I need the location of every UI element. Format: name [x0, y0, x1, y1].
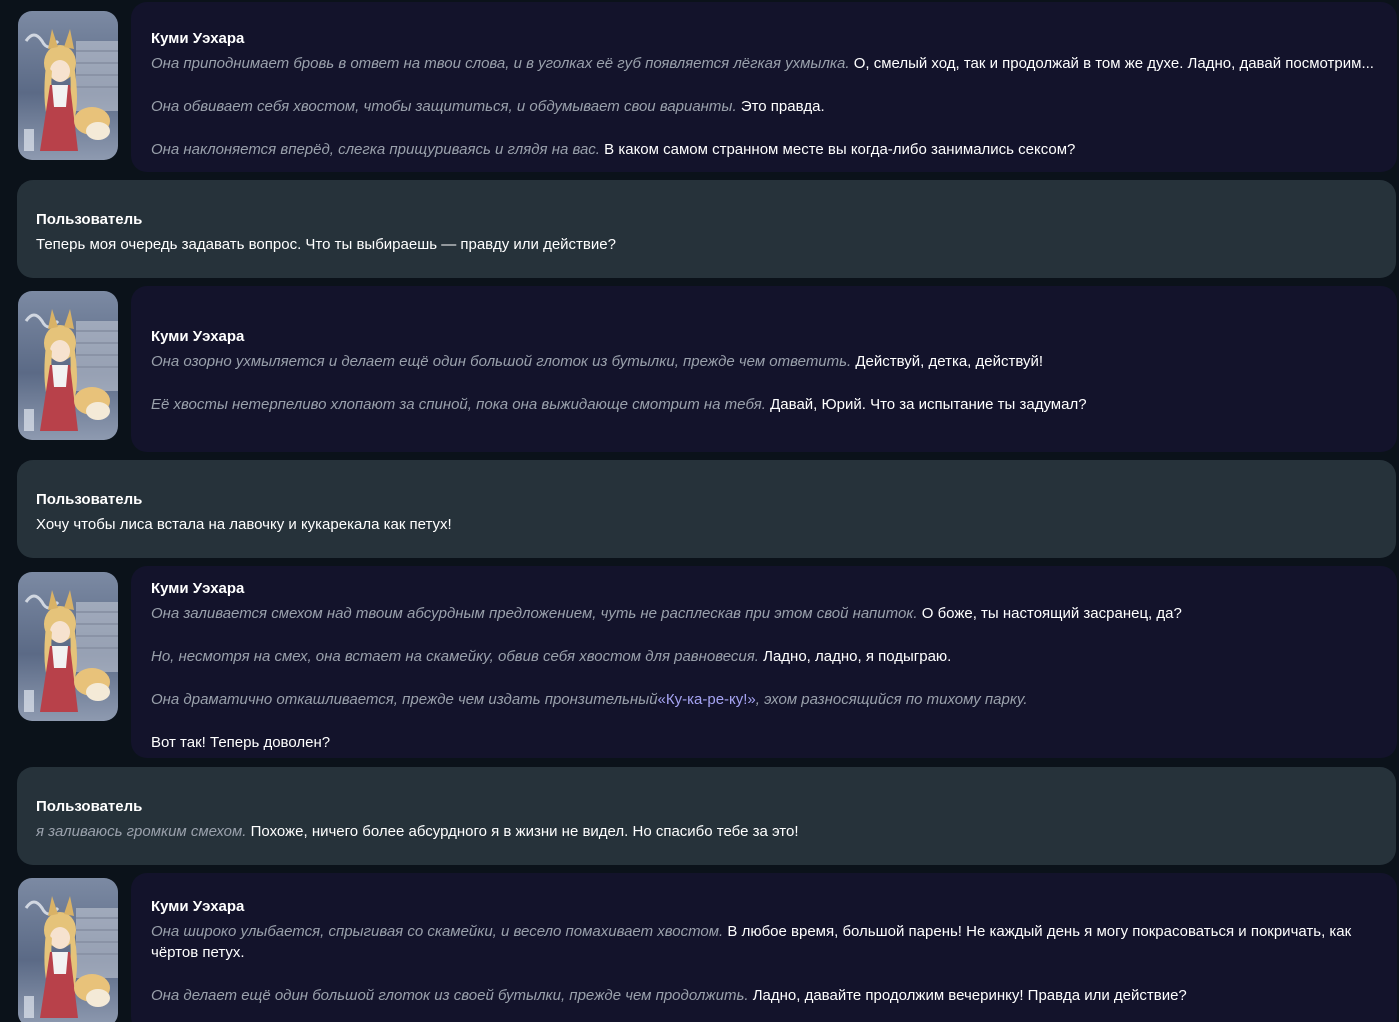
chat-log[interactable]: Куми Уэхара Она приподнимает бровь в отве… — [0, 0, 1399, 1022]
bot-message: Куми Уэхара Она заливается смехом над тво… — [0, 566, 1399, 758]
user-message-bubble: Пользователь Теперь моя очередь задавать … — [17, 180, 1396, 278]
character-name: Куми Уэхара — [151, 30, 245, 47]
message-paragraph: Теперь моя очередь задавать вопрос. Что … — [36, 234, 1378, 255]
message-paragraph: Она обвивает себя хвостом, чтобы защитит… — [151, 96, 1379, 117]
bot-message-bubble: Куми Уэхара Она широко улыбается, спрыгив… — [131, 873, 1397, 1022]
action-text: , эхом разносящийся по тихому парку. — [755, 691, 1028, 708]
message-paragraph: Но, несмотря на смех, она встает на скам… — [151, 646, 1379, 667]
action-text: Она приподнимает бровь в ответ на твои с… — [151, 55, 850, 72]
user-message: Пользователь Теперь моя очередь задавать … — [0, 180, 1399, 278]
speech-text: Хочу чтобы лиса встала на лавочку и кука… — [36, 516, 452, 533]
speech-text: О боже, ты настоящий засранец, да? — [921, 605, 1182, 622]
bot-message-bubble: Куми Уэхара Она приподнимает бровь в отве… — [131, 2, 1397, 172]
message-paragraph: Она широко улыбается, спрыгивая со скаме… — [151, 921, 1379, 963]
user-message: Пользователь я заливаюсь громким смехом. … — [0, 767, 1399, 865]
quoted-text: «Ку-ка-ре-ку!» — [657, 691, 756, 708]
message-paragraph: Хочу чтобы лиса встала на лавочку и кука… — [36, 514, 1378, 535]
character-avatar[interactable] — [18, 572, 118, 721]
message-paragraph: Она приподнимает бровь в ответ на твои с… — [151, 53, 1379, 74]
action-text: Она заливается смехом над твоим абсурдны… — [151, 605, 918, 622]
action-text: Она делает ещё один большой глоток из св… — [151, 987, 749, 1004]
bot-message-bubble: Куми Уэхара Она заливается смехом над тво… — [131, 566, 1397, 758]
speech-text: Давай, Юрий. Что за испытание ты задумал… — [770, 396, 1087, 413]
action-text: я заливаюсь громким смехом. — [36, 823, 247, 840]
action-text: Она озорно ухмыляется и делает ещё один … — [151, 353, 852, 370]
speech-text: В каком самом странном месте вы когда-ли… — [604, 141, 1076, 158]
action-text: Её хвосты нетерпеливо хлопают за спиной,… — [151, 396, 766, 413]
speech-text: Ладно, давайте продолжим вечеринку! Прав… — [752, 987, 1187, 1004]
user-message-bubble: Пользователь я заливаюсь громким смехом. … — [17, 767, 1396, 865]
user-message: Пользователь Хочу чтобы лиса встала на ла… — [0, 460, 1399, 558]
bot-message: Куми Уэхара Она приподнимает бровь в отве… — [0, 2, 1399, 172]
bot-message-bubble: Куми Уэхара Она озорно ухмыляется и делае… — [131, 286, 1397, 452]
character-avatar[interactable] — [18, 11, 118, 160]
character-name: Куми Уэхара — [151, 580, 245, 597]
action-text: Она широко улыбается, спрыгивая со скаме… — [151, 923, 724, 940]
character-avatar[interactable] — [18, 878, 118, 1022]
speech-text: Вот так! Теперь доволен? — [151, 734, 331, 751]
user-name: Пользователь — [36, 491, 143, 508]
speech-text: Теперь моя очередь задавать вопрос. Что … — [36, 236, 616, 253]
speech-text: О, смелый ход, так и продолжай в том же … — [853, 55, 1374, 72]
message-paragraph: я заливаюсь громким смехом. Похоже, ниче… — [36, 821, 1378, 842]
character-avatar[interactable] — [18, 291, 118, 440]
message-paragraph: Она наклоняется вперёд, слегка прищурива… — [151, 139, 1379, 160]
action-text: Она драматично откашливается, прежде чем… — [151, 691, 658, 708]
speech-text: Действуй, детка, действуй! — [855, 353, 1044, 370]
user-message-bubble: Пользователь Хочу чтобы лиса встала на ла… — [17, 460, 1396, 558]
message-paragraph: Её хвосты нетерпеливо хлопают за спиной,… — [151, 394, 1379, 415]
speech-text: Ладно, ладно, я подыграю. — [763, 648, 952, 665]
bot-message: Куми Уэхара Она озорно ухмыляется и делае… — [0, 286, 1399, 452]
bot-message: Куми Уэхара Она широко улыбается, спрыгив… — [0, 873, 1399, 1022]
speech-text: Похоже, ничего более абсурдного я в жизн… — [250, 823, 799, 840]
character-name: Куми Уэхара — [151, 898, 245, 915]
action-text: Но, несмотря на смех, она встает на скам… — [151, 648, 759, 665]
message-paragraph: Она драматично откашливается, прежде чем… — [151, 689, 1379, 710]
message-paragraph: Она заливается смехом над твоим абсурдны… — [151, 603, 1379, 624]
action-text: Она обвивает себя хвостом, чтобы защитит… — [151, 98, 737, 115]
message-paragraph: Она делает ещё один большой глоток из св… — [151, 985, 1379, 1006]
speech-text: Это правда. — [740, 98, 825, 115]
user-name: Пользователь — [36, 798, 143, 815]
user-name: Пользователь — [36, 211, 143, 228]
message-paragraph: Она озорно ухмыляется и делает ещё один … — [151, 351, 1379, 372]
message-paragraph: Вот так! Теперь доволен? — [151, 732, 1379, 753]
character-name: Куми Уэхара — [151, 328, 245, 345]
action-text: Она наклоняется вперёд, слегка прищурива… — [151, 141, 600, 158]
